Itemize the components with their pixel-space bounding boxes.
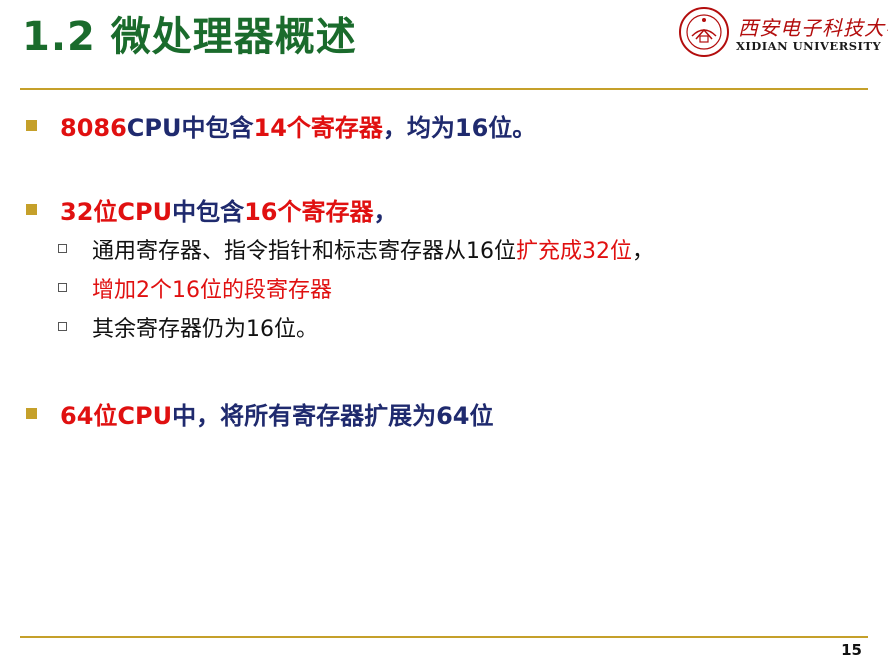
text-run: ， <box>632 239 655 264</box>
bullet-text: 32位CPU中包含16个寄存器， <box>60 192 398 227</box>
square-bullet-icon <box>26 204 37 215</box>
text-run: 32位CPU <box>60 198 173 226</box>
text-run: 其余寄存器仍为16位。 <box>92 317 318 342</box>
text-run: 16个寄存器 <box>244 198 374 226</box>
sub-bullet-text: 增加2个16位的段寄存器 <box>92 272 332 304</box>
hollow-square-bullet-icon <box>58 283 67 292</box>
slide-title: 1.2 微处理器概述 <box>22 14 357 60</box>
text-run: CPU中包含 <box>126 114 254 142</box>
header-divider <box>20 88 868 90</box>
text-run: 中包含 <box>172 198 245 226</box>
text-run: ， <box>373 198 398 226</box>
sub-bullet-text: 通用寄存器、指令指针和标志寄存器从16位扩充成32位， <box>92 233 654 265</box>
university-logo: 西安电子科技大学 XIDIAN UNIVERSITY <box>678 6 888 60</box>
sub-bullet-text: 其余寄存器仍为16位。 <box>92 311 318 343</box>
bullet-text: 8086CPU中包含14个寄存器，均为16位。 <box>60 108 536 143</box>
hollow-square-bullet-icon <box>58 322 67 331</box>
hollow-square-bullet-icon <box>58 244 67 253</box>
text-run: 中，将所有寄存器扩展为64位 <box>172 402 494 430</box>
text-run: 通用寄存器、指令指针和标志寄存器从16位 <box>92 239 516 264</box>
university-name-cn: 西安电子科技大学 <box>738 16 888 40</box>
text-run: 扩充成32位 <box>516 239 632 264</box>
text-run: 64位CPU <box>60 402 173 430</box>
text-run: 8086 <box>60 114 127 142</box>
square-bullet-icon <box>26 120 37 131</box>
page-number: 15 <box>841 641 862 659</box>
text-run: 14个寄存器 <box>253 114 383 142</box>
footer-divider <box>20 636 868 638</box>
bullet-text: 64位CPU中，将所有寄存器扩展为64位 <box>60 396 494 431</box>
university-seal-icon <box>679 7 729 57</box>
square-bullet-icon <box>26 408 37 419</box>
text-run: 增加2个16位的段寄存器 <box>92 278 332 303</box>
text-run: ，均为16位。 <box>382 114 537 142</box>
university-name-en: XIDIAN UNIVERSITY <box>736 39 882 53</box>
